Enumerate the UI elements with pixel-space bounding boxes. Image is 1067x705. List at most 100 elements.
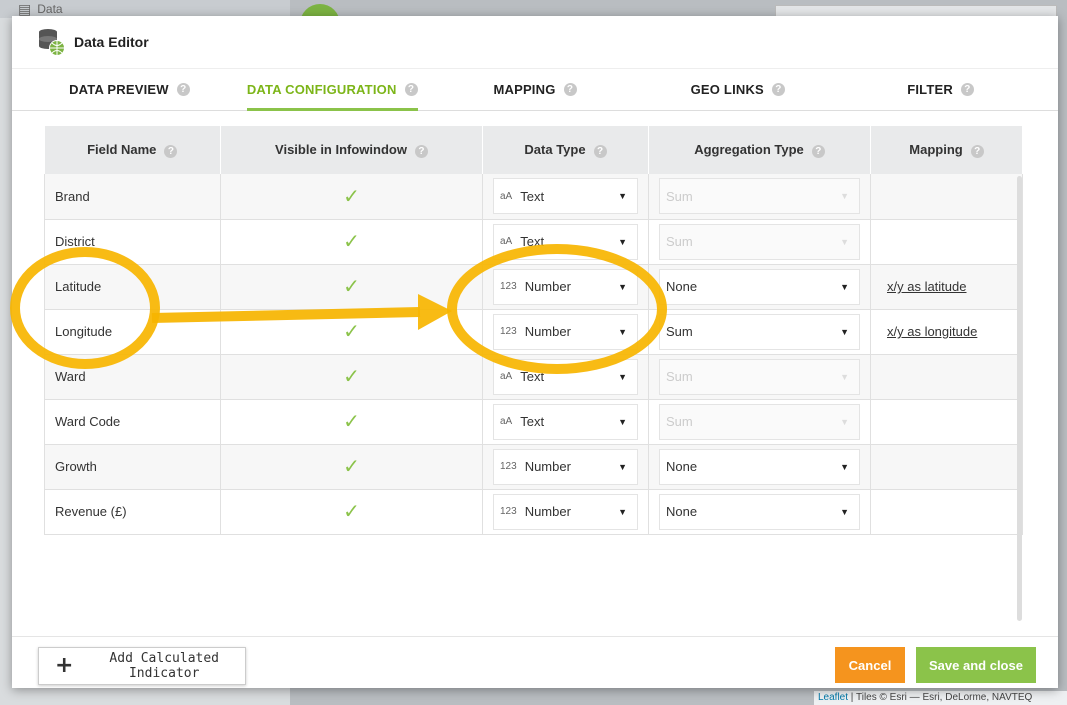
add-calculated-indicator-button[interactable]: + Add Calculated Indicator [38,647,246,685]
type-icon: aA [500,236,513,247]
column-header-aggregation: Aggregation Type? [648,126,871,174]
data-type-select[interactable]: 123 Number ▼ [493,493,638,530]
aggregation-cell: None ▼ [648,264,871,310]
add-indicator-label: Add Calculated Indicator [109,651,219,681]
aggregation-select[interactable]: None ▼ [659,268,860,305]
plus-icon: + [55,653,74,678]
field-name: District [55,234,95,249]
help-icon[interactable]: ? [414,145,428,158]
checkmark-icon: ✓ [343,456,360,478]
save-and-close-button[interactable]: Save and close [916,647,1036,683]
data-type-select[interactable]: aA Text ▼ [493,403,638,440]
field-name-cell: District [44,219,221,265]
checkmark-icon: ✓ [343,276,360,298]
visible-checkbox[interactable]: ✓ [220,309,483,355]
data-type-select[interactable]: 123 Number ▼ [493,268,638,305]
tab-mapping[interactable]: MAPPING? [434,69,637,110]
dialog-footer: + Add Calculated Indicator Cancel Save an… [12,636,1058,688]
visible-checkbox[interactable]: ✓ [220,354,483,400]
field-name: Latitude [55,279,102,294]
help-icon[interactable]: ? [404,83,418,96]
data-type-value: Text [520,188,545,204]
data-type-select[interactable]: 123 Number ▼ [493,313,638,350]
help-icon[interactable]: ? [164,145,178,158]
dialog-header: Data Editor [12,16,1058,69]
checkmark-icon: ✓ [343,231,360,253]
aggregation-select[interactable]: Sum ▼ [659,313,860,350]
help-icon[interactable]: ? [811,145,825,158]
configuration-table: Field Name? Visible in Infowindow? Data … [44,126,1023,546]
aggregation-cell: Sum ▼ [648,174,871,220]
aggregation-value: Sum [666,188,693,204]
mapping-cell [870,219,1023,265]
table-scrollbar[interactable] [1017,176,1022,621]
data-type-value: Text [520,369,545,384]
visible-checkbox[interactable]: ✓ [220,219,483,265]
field-name: Growth [55,459,97,474]
mapping-link[interactable]: x/y as latitude [887,279,967,294]
data-type-cell: aA Text ▼ [482,174,649,220]
help-icon[interactable]: ? [970,145,984,158]
mapping-link[interactable]: x/y as longitude [887,324,977,339]
caret-down-icon: ▼ [840,506,849,517]
data-editor-dialog: Data Editor DATA PREVIEW? DATA CONFIGURA… [12,16,1058,688]
help-icon[interactable]: ? [771,83,785,96]
tab-bar: DATA PREVIEW? DATA CONFIGURATION? MAPPIN… [12,69,1058,111]
aggregation-select[interactable]: None ▼ [659,493,860,530]
field-name: Ward [55,369,86,384]
data-type-value: Number [524,324,571,339]
aggregation-value: None [666,504,698,519]
database-icon: ▤ [18,0,32,17]
mapping-cell [870,399,1023,445]
visible-checkbox[interactable]: ✓ [220,174,483,220]
data-type-select[interactable]: aA Text ▼ [493,358,638,395]
visible-checkbox[interactable]: ✓ [220,399,483,445]
field-name-cell: Growth [44,444,221,490]
type-icon: 123 [500,281,517,292]
caret-down-icon: ▼ [840,191,849,202]
attribution-text: | Tiles © Esri — Esri, DeLorme, NAVTEQ [848,692,1033,703]
mapping-cell: x/y as longitude [870,309,1023,355]
help-icon[interactable]: ? [960,83,974,96]
caret-down-icon: ▼ [618,506,627,517]
visible-checkbox[interactable]: ✓ [220,264,483,310]
table-row: Brand ✓ aA Text ▼ Sum ▼ [44,174,1023,220]
tab-data-configuration[interactable]: DATA CONFIGURATION? [231,69,434,111]
field-name-cell: Latitude [44,264,221,310]
caret-down-icon: ▼ [618,281,627,292]
aggregation-select: Sum ▼ [659,178,860,215]
aggregation-cell: Sum ▼ [648,219,871,265]
caret-down-icon: ▼ [618,236,627,247]
leaflet-link[interactable]: Leaflet [818,692,848,703]
visible-checkbox[interactable]: ✓ [220,489,483,535]
table-row: Ward Code ✓ aA Text ▼ Sum ▼ [44,399,1023,445]
field-name: Brand [55,188,90,204]
help-icon[interactable]: ? [563,83,577,96]
data-type-value: Number [524,279,571,294]
aggregation-cell: Sum ▼ [648,399,871,445]
caret-down-icon: ▼ [618,326,627,337]
data-type-select[interactable]: aA Text ▼ [493,178,638,215]
checkmark-icon: ✓ [343,366,360,388]
data-type-select[interactable]: 123 Number ▼ [493,448,638,485]
data-type-select[interactable]: aA Text ▼ [493,223,638,260]
help-icon[interactable]: ? [176,83,190,96]
checkmark-icon: ✓ [343,411,360,433]
data-type-cell: 123 Number ▼ [482,309,649,355]
data-type-value: Number [524,459,571,474]
table-row: Growth ✓ 123 Number ▼ None ▼ [44,444,1023,490]
visible-checkbox[interactable]: ✓ [220,444,483,490]
type-icon: aA [500,190,513,202]
tab-filter[interactable]: FILTER? [839,69,1042,110]
help-icon[interactable]: ? [593,145,607,158]
tab-label: DATA PREVIEW [69,82,169,97]
aggregation-cell: Sum ▼ [648,309,871,355]
tab-geo-links[interactable]: GEO LINKS? [636,69,839,110]
type-icon: aA [500,416,513,427]
column-header-visible: Visible in Infowindow? [220,126,483,174]
tab-data-preview[interactable]: DATA PREVIEW? [28,69,231,110]
aggregation-select[interactable]: None ▼ [659,448,860,485]
map-attribution: Leaflet | Tiles © Esri — Esri, DeLorme, … [814,691,1067,705]
cancel-button[interactable]: Cancel [835,647,905,683]
caret-down-icon: ▼ [618,461,627,472]
